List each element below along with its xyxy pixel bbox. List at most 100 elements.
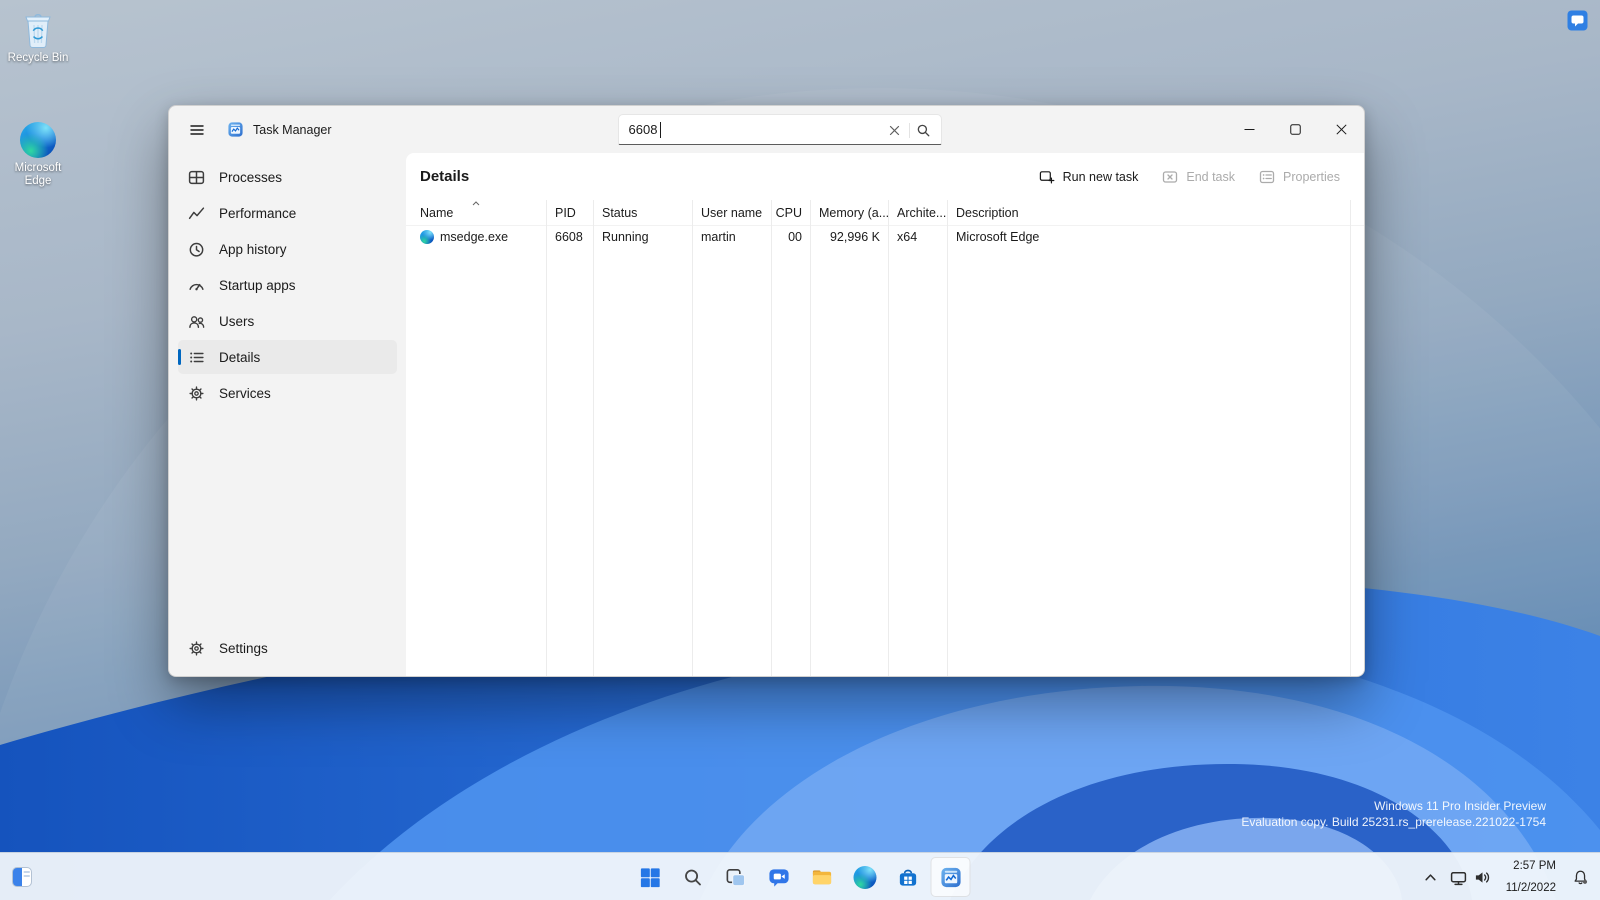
tray-time: 2:57 PM [1513,859,1556,874]
cell-user-name[interactable]: martin [693,226,771,248]
column-header-status[interactable]: Status [594,200,692,226]
end-task-icon [1162,169,1178,185]
clear-search-button[interactable] [883,118,907,142]
search-submit-button[interactable] [912,118,936,142]
edge-icon [420,230,434,244]
titlebar: Task Manager [169,106,1364,153]
desktop-icon-microsoft-edge[interactable]: Microsoft Edge [0,122,76,188]
task-manager-window: Task Manager [168,105,1365,677]
run-new-task-icon [1039,169,1055,185]
page-header: Details Run new task [406,153,1364,200]
widgets-button[interactable] [2,857,42,897]
column-header-description[interactable]: Description [948,200,1350,226]
maximize-button[interactable] [1272,106,1318,153]
details-table: Name msedge.exe PID 6608 Status Running [406,200,1364,676]
cell-description[interactable]: Microsoft Edge [948,226,1350,248]
run-new-task-button[interactable]: Run new task [1029,162,1149,192]
cell-cpu[interactable]: 00 [772,226,810,248]
close-button[interactable] [1318,106,1364,153]
search-icon [916,123,931,138]
watermark-line2: Evaluation copy. Build 25231.rs_prerelea… [1241,814,1546,830]
sidebar-item-details[interactable]: Details [178,340,397,374]
task-view-button[interactable] [716,857,756,897]
taskbar: 2:57 PM 11/2/2022 [0,852,1600,900]
clock[interactable]: 2:57 PM 11/2/2022 [1498,857,1564,897]
window-title-group: Task Manager [227,121,332,138]
column-header-memory[interactable]: Memory (a... [811,200,888,226]
recycle-bin-icon [20,8,56,48]
task-view-icon [724,866,747,889]
sidebar-spacer [169,411,406,630]
store-icon [896,866,919,889]
feedback-icon[interactable] [1567,10,1588,36]
sort-ascending-icon [472,201,480,206]
text-caret [660,122,661,138]
system-tray: 2:57 PM 11/2/2022 [1418,857,1596,897]
sidebar-item-settings[interactable]: Settings [178,631,397,665]
taskbar-search-button[interactable] [673,857,713,897]
sidebar: Processes Performance App history [169,153,406,676]
desktop: Windows 11 Pro Insider Preview Evaluatio… [0,0,1600,900]
edge-icon [20,122,56,158]
file-explorer-button[interactable] [802,857,842,897]
services-icon [187,384,205,402]
scrollbar-gutter[interactable] [1351,200,1364,676]
store-button[interactable] [888,857,928,897]
start-button[interactable] [630,857,670,897]
column-header-pid[interactable]: PID [547,200,593,226]
minimize-button[interactable] [1226,106,1272,153]
evaluation-watermark: Windows 11 Pro Insider Preview Evaluatio… [1241,798,1546,830]
widgets-icon [10,865,34,889]
edge-button[interactable] [845,857,885,897]
search-icon [681,866,704,889]
details-page: Details Run new task [406,153,1364,676]
sidebar-item-services[interactable]: Services [178,376,397,410]
sidebar-item-users[interactable]: Users [178,304,397,338]
network-icon [1450,869,1467,886]
cell-name[interactable]: msedge.exe [406,226,546,248]
cell-pid[interactable]: 6608 [547,226,593,248]
properties-button[interactable]: Properties [1249,162,1350,192]
chat-button[interactable] [759,857,799,897]
maximize-icon [1290,124,1301,135]
column-header-user-name[interactable]: User name [693,200,771,226]
sidebar-item-app-history[interactable]: App history [178,232,397,266]
sidebar-item-startup-apps[interactable]: Startup apps [178,268,397,302]
edge-icon [853,866,876,889]
toolbar: Run new task End task [1029,162,1350,192]
file-explorer-icon [810,866,833,889]
desktop-icon-label: Microsoft Edge [7,162,69,188]
search-box [618,114,942,145]
cell-architecture[interactable]: x64 [889,226,947,248]
navigation-menu-button[interactable] [179,113,215,147]
cell-status[interactable]: Running [594,226,692,248]
volume-icon [1474,869,1491,886]
page-title: Details [420,168,469,185]
task-manager-button[interactable] [931,857,971,897]
end-task-button[interactable]: End task [1152,162,1245,192]
sidebar-item-processes[interactable]: Processes [178,160,397,194]
network-volume-button[interactable] [1444,857,1497,897]
window-title: Task Manager [253,123,332,137]
bell-icon [1571,868,1590,887]
details-icon [187,348,205,366]
minimize-icon [1244,124,1255,135]
chevron-up-icon [1424,871,1437,884]
desktop-icon-recycle-bin[interactable]: Recycle Bin [0,8,76,65]
sidebar-item-performance[interactable]: Performance [178,196,397,230]
chat-icon [767,866,790,889]
desktop-icon-label: Recycle Bin [8,52,69,65]
performance-icon [187,204,205,222]
hidden-icons-button[interactable] [1418,857,1443,897]
notifications-button[interactable] [1565,857,1596,897]
column-header-architecture[interactable]: Archite... [889,200,947,226]
column-header-name[interactable]: Name [406,200,546,226]
taskbar-center [630,857,971,897]
app-history-icon [187,240,205,258]
task-manager-icon [939,866,962,889]
users-icon [187,312,205,330]
processes-icon [187,168,205,186]
cell-memory[interactable]: 92,996 K [811,226,888,248]
column-header-cpu[interactable]: CPU [772,200,810,226]
windows-start-icon [638,866,661,889]
